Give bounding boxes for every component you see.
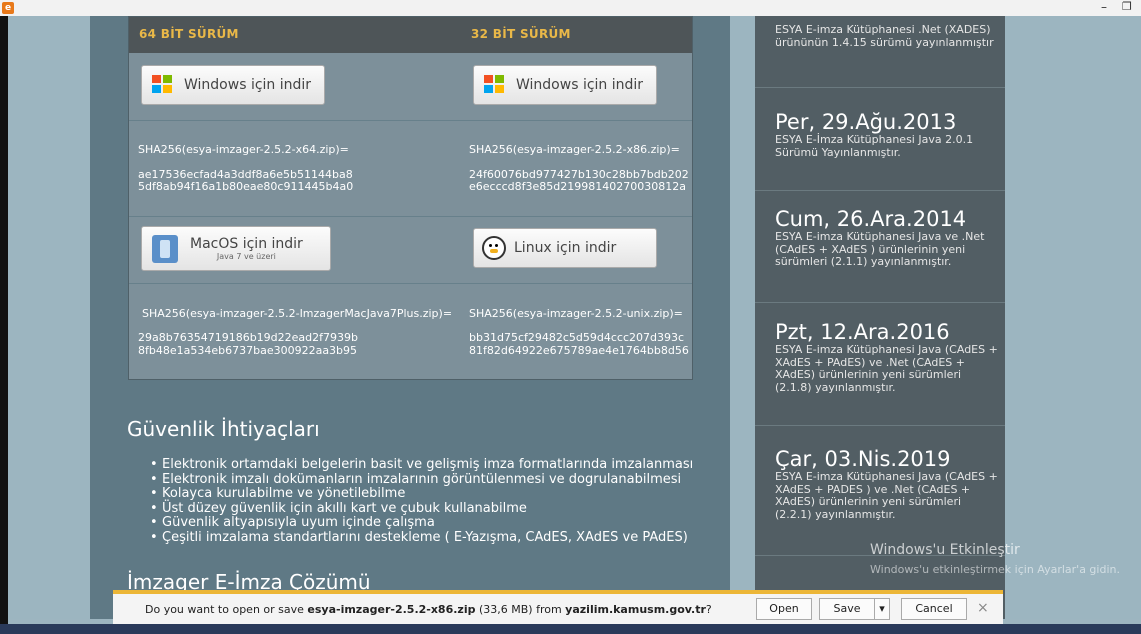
macos-java-requirement: Java 7 ve üzeri [216, 252, 276, 261]
list-item: • Güvenlik altyapısıyla uyum içinde çalış… [150, 515, 435, 530]
news-description: ESYA E-imza Kütüphanesi Java (CAdES + XA… [775, 470, 998, 521]
news-description: ESYA E-imza Kütüphanesi Java ve .Net (CA… [775, 230, 985, 268]
windows-32-download-button[interactable]: Windows için indir [473, 65, 657, 105]
open-button[interactable]: Open [756, 598, 812, 620]
row-divider [129, 120, 692, 121]
header-32bit: 32 BİT SÜRÜM [471, 27, 571, 41]
news-item[interactable]: Pzt, 12.Ara.2016 ESYA E-imza Kütüphanesi… [775, 320, 1000, 394]
macos-download-label: MacOS için indir [190, 236, 303, 252]
cancel-button[interactable]: Cancel [901, 598, 967, 620]
linux-tux-icon [482, 236, 506, 260]
download-prompt-text: Do you want to open or save esya-imzager… [145, 603, 712, 616]
news-date: Per, 29.Ağu.2013 [775, 110, 957, 134]
download-table: 64 BİT SÜRÜM 32 BİT SÜRÜM Windows için i… [128, 16, 693, 380]
sha-label-x86: SHA256(esya-imzager-2.5.2-x86.zip)= [469, 143, 680, 156]
window-titlebar: e – ❐ [0, 0, 1141, 16]
download-host: yazilim.kamusm.gov.tr [565, 603, 706, 616]
news-sidebar [755, 16, 1005, 619]
download-notification-bar: Do you want to open or save esya-imzager… [113, 590, 1003, 624]
security-section-title: Güvenlik İhtiyaçları [127, 417, 320, 441]
download-filename: esya-imzager-2.5.2-x86.zip [307, 603, 476, 616]
list-item: • Elektronik imzalı dokümanların imzaları… [150, 471, 682, 487]
row-divider [129, 283, 692, 284]
news-date: Çar, 03.Nis.2019 [775, 447, 951, 471]
security-list: • Elektronik ortamdaki belgelerin basit v… [150, 457, 694, 545]
sha-label-x64: SHA256(esya-imzager-2.5.2-x64.zip)= [138, 143, 349, 156]
close-icon[interactable]: × [977, 600, 989, 616]
windows-logo-icon [152, 75, 174, 95]
sha-hash-mac-line2: 8fb48e1a534eb6737bae300922aa3b95 [138, 344, 358, 357]
news-divider [755, 302, 1005, 303]
news-date: Cum, 26.Ara.2014 [775, 207, 967, 231]
activation-watermark-title: Windows'u Etkinleştir [870, 542, 1020, 558]
news-item[interactable]: Çar, 03.Nis.2019 ESYA E-imza Kütüphanesi… [775, 447, 1000, 521]
list-item: • Üst düzey güvenlik için akıllı kart ve … [150, 500, 527, 516]
news-divider [755, 87, 1005, 88]
sha-label-mac: SHA256(esya-imzager-2.5.2-ImzagerMacJava… [142, 307, 453, 320]
macos-download-button[interactable]: MacOS için indir Java 7 ve üzeri [141, 226, 331, 271]
sha-hash-x64-line2: 5df8ab94f16a1b80eae80c911445b4a0 [138, 180, 354, 193]
news-item[interactable]: ESYA E-imza Kütüphanesi .Net (XADES) ürü… [775, 23, 1000, 49]
save-button[interactable]: Save [819, 598, 875, 620]
news-item[interactable]: Cum, 26.Ara.2014 ESYA E-imza Kütüphanesi… [775, 207, 1000, 269]
browser-app-icon: e [2, 2, 14, 14]
header-64bit: 64 BİT SÜRÜM [139, 27, 239, 41]
linux-download-button[interactable]: Linux için indir [473, 228, 657, 268]
windows-64-download-button[interactable]: Windows için indir [141, 65, 325, 105]
save-options-dropdown[interactable]: ▾ [874, 598, 890, 620]
left-edge-strip [0, 16, 8, 634]
list-item: • Elektronik ortamdaki belgelerin basit v… [150, 457, 694, 472]
windows-64-download-label: Windows için indir [184, 77, 312, 93]
news-description: ESYA E-İmza Kütüphanesi Java 2.0.1 Sürüm… [775, 133, 974, 159]
news-date: Pzt, 12.Ara.2016 [775, 320, 950, 344]
minimize-icon[interactable]: – [1101, 0, 1107, 14]
news-divider [755, 425, 1005, 426]
sha-hash-x86-line2: e6ecccd8f3e85d21998140270030812a [469, 180, 686, 193]
news-item[interactable]: Per, 29.Ağu.2013 ESYA E-İmza Kütüphanesi… [775, 110, 1000, 159]
windows-32-download-label: Windows için indir [516, 77, 644, 93]
row-divider [129, 216, 692, 217]
linux-download-label: Linux için indir [514, 240, 617, 256]
restore-icon[interactable]: ❐ [1122, 0, 1132, 14]
download-table-header: 64 BİT SÜRÜM 32 BİT SÜRÜM [129, 17, 692, 53]
sha-label-unix: SHA256(esya-imzager-2.5.2-unix.zip)= [469, 307, 683, 320]
sha-hash-unix-line2: 81f82d64922e675789ae4e1764bb8d56 [469, 344, 689, 357]
windows-logo-icon [484, 75, 506, 95]
news-description: ESYA E-imza Kütüphanesi .Net (XADES) ürü… [775, 23, 994, 49]
list-item: • Çeşitli imzalama standartlarını destekl… [150, 529, 688, 545]
activation-watermark-text: Windows'u etkinleştirmek için Ayarlar'a … [870, 563, 1120, 576]
list-item: • Kolayca kurulabilme ve yönetilebilme [150, 486, 406, 501]
sha-hash-unix-line1: bb31d75cf29482c5d59d4ccc207d393c [469, 331, 685, 344]
news-divider [755, 190, 1005, 191]
windows-taskbar [0, 624, 1141, 634]
macos-finder-icon [152, 234, 178, 263]
news-description: ESYA E-imza Kütüphanesi Java (CAdES + XA… [775, 343, 998, 394]
sha-hash-mac-line1: 29a8b76354719186b19d22ead2f7939b [138, 331, 358, 344]
